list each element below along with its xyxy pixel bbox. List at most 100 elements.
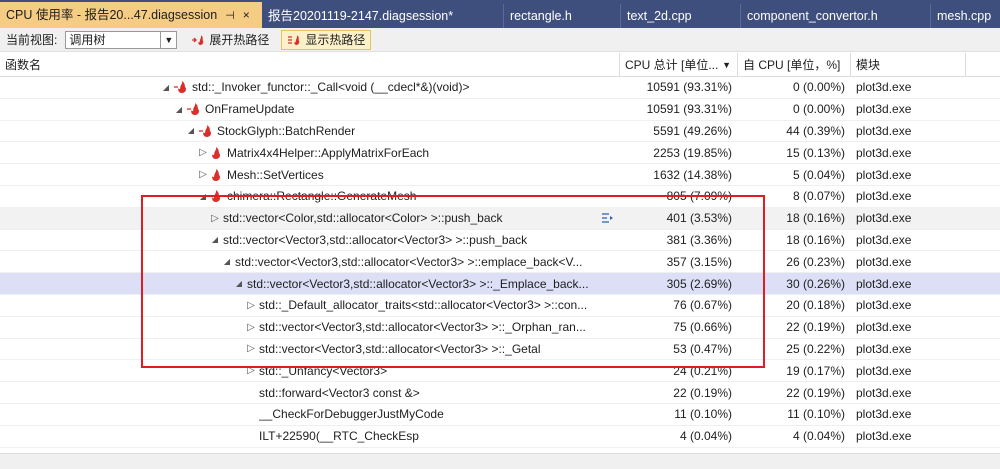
sort-descending-icon: ▼ [722,60,731,70]
tab-rectangle-h[interactable]: rectangle.h [504,4,621,28]
module-cell: plot3d.exe [856,102,912,117]
collapse-icon[interactable]: ◢ [160,81,172,93]
function-name: std::vector<Vector3,std::allocator<Vecto… [223,232,528,247]
table-row[interactable]: ◢ std::vector<Vector3,std::allocator<Vect… [0,251,1000,274]
self-cpu-cell: 25 (0.22%) [786,341,845,356]
total-cpu-cell: 2253 (19.85%) [653,145,732,160]
function-name-cell: ◢ std::_Invoker_functor::_Call<void (__cd… [0,77,620,98]
close-icon[interactable]: × [243,2,250,28]
expand-hot-path-button[interactable]: 展开热路径 [185,30,275,50]
toolbar: 当前视图: 调用树 ▼ 展开热路径 显示热路径 [0,28,1000,52]
chevron-down-icon: ▼ [160,31,176,48]
total-cpu-cell: 75 (0.66%) [673,320,732,335]
expand-icon[interactable]: ▷ [197,147,209,159]
module-cell: plot3d.exe [856,320,912,335]
module-cell: plot3d.exe [856,298,912,313]
column-header-label: 函数名 [5,58,42,72]
table-row[interactable]: __CheckForDebuggerJustMyCode 11 (0.10%) 11… [0,404,1000,426]
expand-icon[interactable]: ▷ [245,299,257,311]
pin-icon[interactable]: ⊣ [225,3,235,28]
module-cell: plot3d.exe [856,385,912,400]
collapse-icon[interactable]: ◢ [209,234,221,246]
function-name: std::_Default_allocator_traits<std::allo… [259,298,588,313]
tab-component-convertor-h[interactable]: component_convertor.h [741,4,931,28]
collapse-icon[interactable]: ◢ [197,190,209,202]
table-row[interactable]: ▷ std::_Default_allocator_traits<std::all… [0,295,1000,317]
table-row[interactable]: ◢ std::_Invoker_functor::_Call<void (__cd… [0,77,1000,99]
function-name-cell: ILT+22590(__RTC_CheckEsp [0,426,620,447]
table-row[interactable]: std::forward<Vector3 const &> 22 (0.19%) 2… [0,382,1000,404]
column-header-module[interactable]: 模块 [851,53,966,77]
function-name: std::_Unfancy<Vector3> [259,363,388,378]
table-row[interactable]: ▷ Matrix4x4Helper::ApplyMatrixForEach 2253… [0,142,1000,165]
expand-icon[interactable]: ▷ [245,343,257,355]
view-source-icon[interactable] [602,212,614,226]
column-header: 函数名 CPU 总计 [单位... ▼ 自 CPU [单位，%] 模块 [0,53,1000,77]
function-name-cell: ◢ std::vector<Vector3,std::allocator<Vect… [0,230,620,251]
module-cell: plot3d.exe [856,145,912,160]
function-name: std::vector<Vector3,std::allocator<Vecto… [235,254,583,269]
table-row[interactable]: ▷ std::vector<Vector3,std::allocator<Vect… [0,317,1000,339]
function-name-cell: ◢ StockGlyph::BatchRender [0,121,620,142]
table-row[interactable]: ▷ Mesh::SetVertices 1632 (14.38%) 5 (0.04%)… [0,164,1000,186]
table-row[interactable]: ▷ std::vector<Vector3,std::allocator<Vect… [0,339,1000,361]
table-row[interactable]: ◢ StockGlyph::BatchRender 5591 (49.26%) 44 … [0,121,1000,143]
self-cpu-cell: 18 (0.16%) [786,211,845,226]
table-row[interactable]: ◢ std::vector<Vector3,std::allocator<Vect… [0,273,1000,295]
table-row[interactable]: ◢ std::vector<Vector3,std::allocator<Vect… [0,230,1000,252]
expand-icon[interactable]: ▷ [197,169,209,181]
column-header-label: 模块 [856,58,881,72]
current-view-select[interactable]: 调用树 ▼ [65,30,178,49]
function-name: Mesh::SetVertices [227,167,324,182]
table-row[interactable]: ILT+22590(__RTC_CheckEsp 4 (0.04%) 4 (0.04… [0,426,1000,448]
table-row[interactable]: ◢ OnFrameUpdate 10591 (93.31%) 0 (0.00%) plo… [0,99,1000,121]
show-hot-path-button[interactable]: 显示热路径 [281,29,372,50]
collapse-icon[interactable]: ◢ [221,256,233,268]
expand-icon[interactable]: ▷ [245,365,257,377]
show-hot-path-label: 显示热路径 [305,33,366,47]
function-name-cell: ▷ std::_Default_allocator_traits<std::all… [0,295,620,316]
column-header-function-name[interactable]: 函数名 [0,53,620,77]
hot-path-icon [199,124,213,137]
function-name: chimera::Rectangle::GenerateMesh [227,189,417,204]
total-cpu-cell: 805 (7.09%) [666,189,732,204]
collapse-icon[interactable]: ◢ [185,125,197,137]
expand-icon[interactable]: ▷ [245,321,257,333]
module-cell: plot3d.exe [856,276,912,291]
flame-icon [211,168,223,181]
column-header-label: CPU 总计 [单位... [625,58,719,72]
function-name-cell: ◢ OnFrameUpdate [0,99,620,120]
module-cell: plot3d.exe [856,341,912,356]
function-name-cell: ▷ Matrix4x4Helper::ApplyMatrixForEach [0,142,620,163]
function-name: __CheckForDebuggerJustMyCode [259,407,444,422]
expand-icon[interactable]: ▷ [209,212,221,224]
function-name: std::vector<Vector3,std::allocator<Vecto… [259,320,586,335]
self-cpu-cell: 0 (0.00%) [792,80,845,95]
collapse-icon[interactable]: ◢ [173,103,185,115]
collapse-icon[interactable]: ◢ [233,278,245,290]
column-header-label: 自 CPU [单位，%] [743,58,841,72]
total-cpu-cell: 22 (0.19%) [673,385,732,400]
current-view-label: 当前视图: [6,33,58,47]
tab-text-2d-cpp[interactable]: text_2d.cpp [621,4,741,28]
module-cell: plot3d.exe [856,429,912,444]
column-header-self-cpu[interactable]: 自 CPU [单位，%] [738,53,851,77]
call-tree: ◢ std::_Invoker_functor::_Call<void (__cd… [0,77,1000,448]
tab-label: mesh.cpp [937,9,992,23]
horizontal-scrollbar[interactable] [0,453,1000,469]
function-name: ILT+22590(__RTC_CheckEsp [259,429,419,444]
table-row[interactable]: ◢ chimera::Rectangle::GenerateMesh 805 (7.… [0,186,1000,208]
tab-label: component_convertor.h [747,9,878,23]
total-cpu-cell: 401 (3.53%) [666,211,732,226]
function-name-cell: ▷ std::vector<Vector3,std::allocator<Vect… [0,339,620,360]
self-cpu-cell: 20 (0.18%) [786,298,845,313]
tab-cpu-usage[interactable]: CPU 使用率 - 报告20...47.diagsession ⊣ × [0,2,262,28]
column-header-total-cpu[interactable]: CPU 总计 [单位... ▼ [620,53,738,77]
table-row[interactable]: ▷ std::vector<Color,std::allocator<Color>… [0,207,1000,230]
tab-diagsession[interactable]: 报告20201119-2147.diagsession* [262,4,504,28]
document-tab-strip: CPU 使用率 - 报告20...47.diagsession ⊣ × 报告2020… [0,0,1000,28]
tab-mesh-cpp[interactable]: mesh.cpp [931,4,1000,28]
table-row[interactable]: ▷ std::_Unfancy<Vector3> 24 (0.21%) 19 (0.1… [0,360,1000,383]
